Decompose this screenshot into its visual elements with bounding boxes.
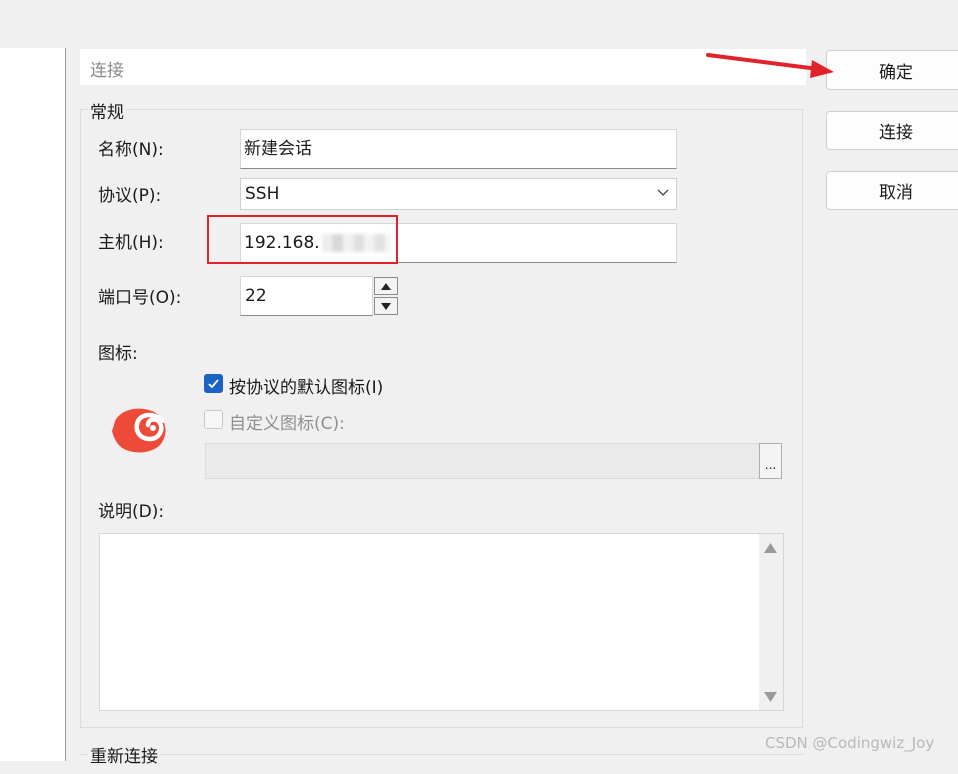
name-label: 名称(N): bbox=[98, 140, 164, 160]
protocol-select[interactable]: SSH bbox=[240, 178, 677, 210]
session-tree-panel[interactable] bbox=[0, 48, 66, 761]
port-input[interactable]: 22 bbox=[240, 276, 373, 316]
scroll-down-arrow-icon[interactable] bbox=[764, 692, 777, 702]
cancel-button[interactable]: 取消 bbox=[826, 171, 958, 210]
custom-icon-checkbox[interactable] bbox=[204, 410, 223, 429]
checkmark-icon bbox=[208, 379, 219, 389]
description-textarea[interactable] bbox=[99, 533, 784, 711]
general-group-title: 常规 bbox=[88, 98, 126, 123]
chevron-down-icon bbox=[657, 189, 669, 196]
default-icon-checkbox[interactable] bbox=[204, 374, 223, 393]
custom-icon-label[interactable]: 自定义图标(C): bbox=[229, 409, 345, 434]
default-icon-label[interactable]: 按协议的默认图标(I) bbox=[229, 373, 383, 398]
custom-icon-path-input[interactable] bbox=[205, 443, 760, 479]
section-header-bar bbox=[80, 49, 806, 85]
protocol-select-value: SSH bbox=[245, 184, 280, 204]
browse-icon-button[interactable]: ... bbox=[759, 443, 782, 479]
name-input-value: 新建会话 bbox=[244, 138, 312, 159]
red-arrow-annotation bbox=[706, 53, 834, 78]
spiral-shell-icon bbox=[112, 408, 166, 453]
connect-button[interactable]: 连接 bbox=[826, 111, 958, 150]
scroll-up-arrow-icon[interactable] bbox=[764, 543, 777, 553]
port-increment-button[interactable] bbox=[374, 277, 398, 295]
watermark-text: CSDN @Codingwiz_Joy bbox=[765, 734, 935, 752]
port-label: 端口号(O): bbox=[98, 288, 182, 308]
port-decrement-button[interactable] bbox=[374, 297, 398, 315]
caret-down-icon bbox=[381, 302, 391, 310]
port-input-value: 22 bbox=[245, 286, 267, 306]
reconnect-group-frame bbox=[80, 754, 803, 774]
caret-up-icon bbox=[381, 282, 391, 290]
description-label: 说明(D): bbox=[98, 502, 165, 522]
description-scrollbar[interactable] bbox=[759, 534, 783, 710]
name-input[interactable]: 新建会话 bbox=[240, 129, 677, 169]
host-label: 主机(H): bbox=[98, 233, 164, 253]
host-highlight-annotation bbox=[207, 215, 398, 264]
protocol-label: 协议(P): bbox=[98, 186, 162, 206]
ok-button[interactable]: 确定 bbox=[826, 50, 958, 90]
reconnect-group-title: 重新连接 bbox=[88, 742, 160, 767]
icon-label: 图标: bbox=[98, 344, 138, 364]
section-title: 连接 bbox=[90, 61, 124, 81]
